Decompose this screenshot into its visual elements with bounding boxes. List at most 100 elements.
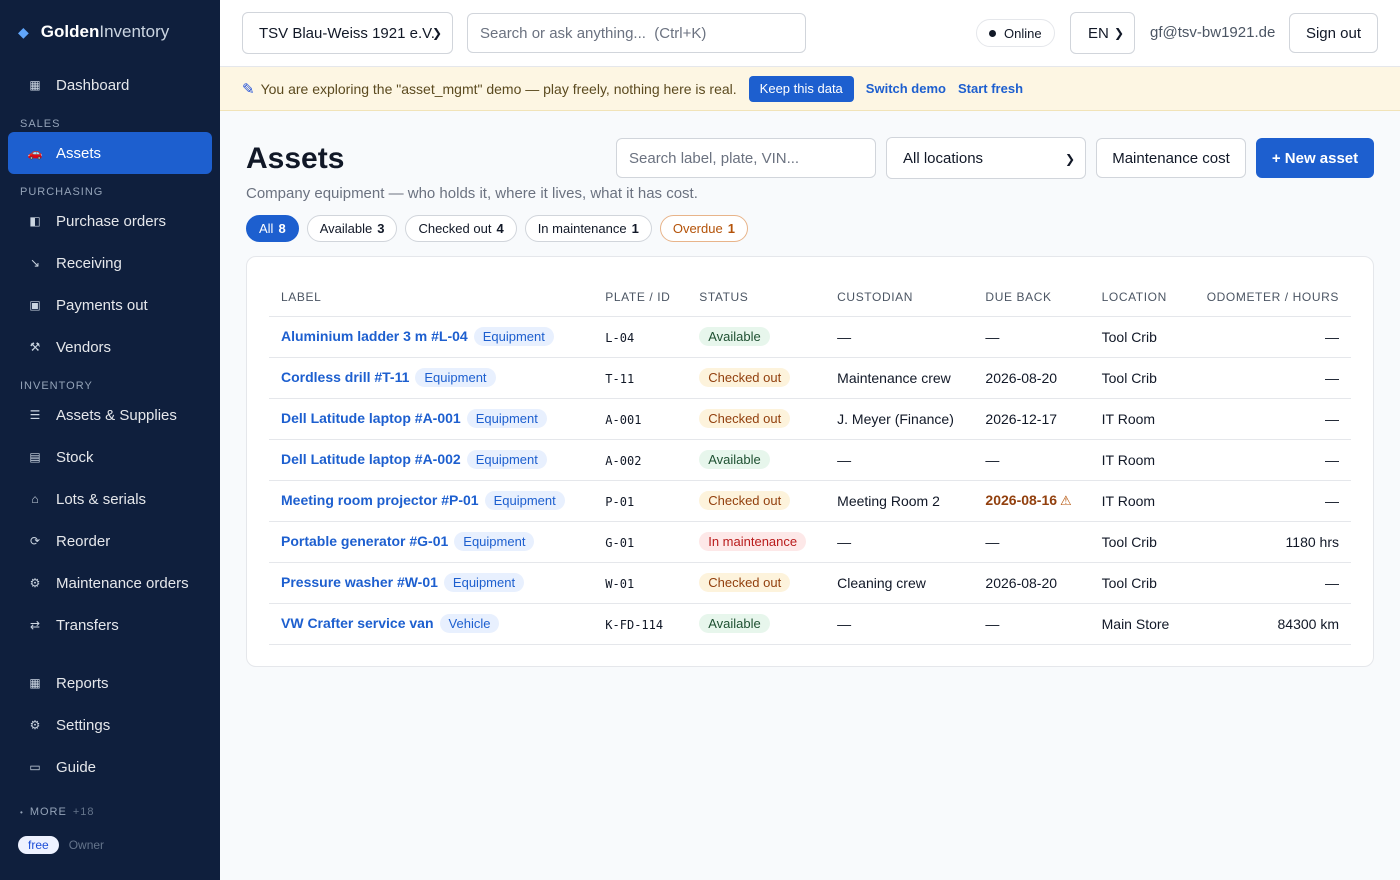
asset-type-badge: Vehicle [439,614,500,633]
cell-label: Dell Latitude laptop #A-001 Equipment [269,398,594,440]
user-email: gf@tsv-bw1921.de [1150,24,1276,41]
sidebar-item-stock[interactable]: ▤ Stock [8,436,212,478]
cell-custodian: — [825,521,974,563]
asset-type-badge: Equipment [466,450,547,469]
asset-link[interactable]: Meeting room projector #P-01 [281,492,479,508]
table-row[interactable]: Dell Latitude laptop #A-001 Equipment A-00… [269,398,1351,440]
sidebar-item-reorder[interactable]: ⟳ Reorder [8,520,212,562]
plan-badge[interactable]: free [18,836,59,854]
cell-custodian: — [825,603,974,645]
column-header[interactable]: DUE BACK [973,279,1090,317]
sign-out-button[interactable]: Sign out [1289,13,1378,53]
cell-plate: G-01 [593,521,688,563]
arrow-icon: ↘ [29,256,41,270]
due-date: — [985,615,1000,632]
book-icon: ◧ [29,214,41,228]
sidebar-item-guide[interactable]: ▭ Guide [8,746,212,788]
table-row[interactable]: Aluminium ladder 3 m #L-04 Equipment L-04 A… [269,316,1351,358]
asset-link[interactable]: Dell Latitude laptop #A-001 [281,410,461,426]
asset-link[interactable]: Cordless drill #T-11 [281,369,409,385]
new-asset-button[interactable]: + New asset [1256,138,1374,178]
keep-data-button[interactable]: Keep this data [748,75,854,102]
diamond-icon: ◆ [18,23,29,40]
sidebar-item-vendors[interactable]: ⚒ Vendors [8,326,212,368]
sidebar-item-label: Reorder [56,532,111,550]
cell-status: Checked out [687,357,826,399]
cell-custodian: — [825,316,974,358]
column-header[interactable]: ODOMETER / HOURS [1186,279,1351,317]
asset-link[interactable]: Aluminium ladder 3 m #L-04 [281,328,468,344]
due-date: — [985,533,1000,550]
table-row[interactable]: Cordless drill #T-11 Equipment T-11 Checked… [269,357,1351,399]
location-filter-select[interactable]: All locations ❯ [886,137,1086,179]
sidebar-item-dashboard[interactable]: ▦ Dashboard [8,64,212,106]
column-header[interactable]: STATUS [687,279,826,317]
asset-link[interactable]: Pressure washer #W-01 [281,574,438,590]
column-header[interactable]: CUSTODIAN [825,279,974,317]
sidebar-item-assets-supplies[interactable]: ☰ Assets & Supplies [8,394,212,436]
cell-location: Tool Crib [1089,562,1187,604]
sidebar-item-lots-serials[interactable]: ⌂ Lots & serials [8,478,212,520]
filter-chip-label: All [259,221,274,236]
filter-chip-checked-out[interactable]: Checked out 4 [405,215,517,242]
column-header[interactable]: LOCATION [1089,279,1187,317]
filter-chip-in-maintenance[interactable]: In maintenance 1 [524,215,652,242]
sidebar-item-receiving[interactable]: ↘ Receiving [8,242,212,284]
warning-icon: ⚠ [1060,493,1072,508]
chevron-down-icon: ❯ [1064,152,1075,166]
refresh-icon: ⟳ [29,534,41,548]
brand-name-secondary: Inventory [99,22,170,41]
sidebar-section-title: SALES [20,118,61,130]
cell-location: Main Store [1089,603,1187,645]
cell-location: IT Room [1089,480,1187,522]
table-row[interactable]: VW Crafter service van Vehicle K-FD-114 Ava… [269,603,1351,645]
sidebar-item-transfers[interactable]: ⇄ Transfers [8,604,212,646]
sidebar-item-reports[interactable]: ▦ Reports [8,662,212,704]
chevron-down-icon: ❯ [1113,26,1124,40]
cell-status: Available [687,439,826,481]
cell-odometer: 1180 hrs [1186,521,1351,563]
global-search-input[interactable] [467,13,806,53]
filter-chip-all[interactable]: All 8 [246,215,299,242]
asset-type-badge: Equipment [454,532,535,551]
sidebar-item-assets[interactable]: 🚗 Assets [8,132,212,174]
filter-chip-available[interactable]: Available 3 [306,215,398,242]
filter-chip-overdue[interactable]: Overdue 1 [659,215,748,242]
plate-id: L-04 [605,330,635,345]
cell-label: Cordless drill #T-11 Equipment [269,357,594,399]
asset-link[interactable]: VW Crafter service van [281,615,434,631]
asset-link[interactable]: Dell Latitude laptop #A-002 [281,451,461,467]
sidebar-item-maintenance-orders[interactable]: ⚙ Maintenance orders [8,562,212,604]
table-row[interactable]: Portable generator #G-01 Equipment G-01 In … [269,521,1351,563]
sidebar-item-label: Guide [56,758,97,776]
sidebar-item-payments-out[interactable]: ▣ Payments out [8,284,212,326]
column-header[interactable]: PLATE / ID [593,279,688,317]
table-row[interactable]: Meeting room projector #P-01 Equipment P-0… [269,480,1351,522]
plate-id: W-01 [605,576,635,591]
start-fresh-link[interactable]: Start fresh [958,81,1023,96]
cell-location: Tool Crib [1089,521,1187,563]
brand[interactable]: ◆ Golden Inventory [0,0,220,64]
sidebar-item-purchase-orders[interactable]: ◧ Purchase orders [8,200,212,242]
maintenance-cost-button[interactable]: Maintenance cost [1096,138,1246,178]
switch-demo-link[interactable]: Switch demo [866,81,946,96]
due-date: 2026-08-16 [985,492,1058,508]
asset-search-input[interactable] [616,138,876,178]
sidebar-item-label: Vendors [56,338,112,356]
plate-id: K-FD-114 [605,617,664,632]
sidebar-item-settings[interactable]: ⚙ Settings [8,704,212,746]
cell-status: Available [687,316,826,358]
due-date: — [985,451,1000,468]
due-date: — [985,328,1000,345]
org-select[interactable]: TSV Blau-Weiss 1921 e.V. ❯ [242,12,453,54]
org-select-value: TSV Blau-Weiss 1921 e.V. [259,24,435,42]
sidebar-more[interactable]: • MORE +18 [0,802,220,822]
table-row[interactable]: Pressure washer #W-01 Equipment W-01 Checke… [269,562,1351,604]
cell-location: IT Room [1089,439,1187,481]
column-header[interactable]: LABEL [269,279,594,317]
sidebar-item-label: Reports [56,674,109,692]
table-row[interactable]: Dell Latitude laptop #A-002 Equipment A-00… [269,439,1351,481]
asset-link[interactable]: Portable generator #G-01 [281,533,448,549]
language-select[interactable]: EN ❯ [1070,12,1135,54]
status-badge: Online [976,19,1055,47]
